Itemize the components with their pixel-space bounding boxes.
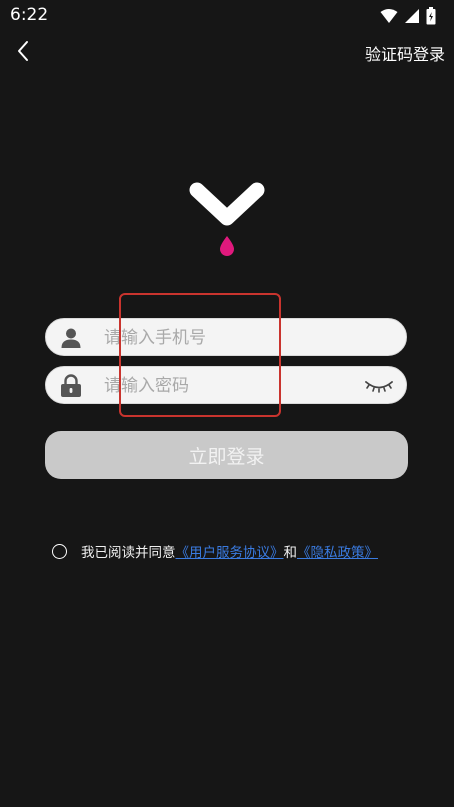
toggle-password-visibility[interactable] [364,376,394,396]
login-button[interactable]: 立即登录 [45,431,408,479]
back-button[interactable] [12,38,36,64]
battery-icon [426,7,436,25]
app-logo [189,182,265,256]
agreement-checkbox[interactable] [52,543,67,559]
agreement-prefix: 我已阅读并同意 [81,545,176,561]
status-icons [380,7,436,25]
agreement-connector: 和 [283,545,298,561]
signal-icon [405,9,419,23]
password-input[interactable] [102,371,366,401]
privacy-policy-link[interactable]: 《隐私政策》 [297,541,378,561]
top-bar: 验证码登录 [0,34,454,70]
back-arrow-icon [18,41,28,61]
password-field [45,366,407,404]
status-time: 6:22 [10,5,49,25]
phone-field [45,318,407,356]
lock-icon [61,374,81,397]
status-bar: 6:22 [0,0,454,32]
eye-closed-icon [365,381,393,393]
phone-input[interactable] [102,323,366,353]
wifi-icon [380,9,398,23]
user-icon [61,328,81,348]
agreement-row: 我已阅读并同意 《用户服务协议》 和 《隐私政策》 [52,540,378,562]
sms-code-login-link[interactable]: 验证码登录 [365,41,445,65]
user-agreement-link[interactable]: 《用户服务协议》 [176,541,284,561]
